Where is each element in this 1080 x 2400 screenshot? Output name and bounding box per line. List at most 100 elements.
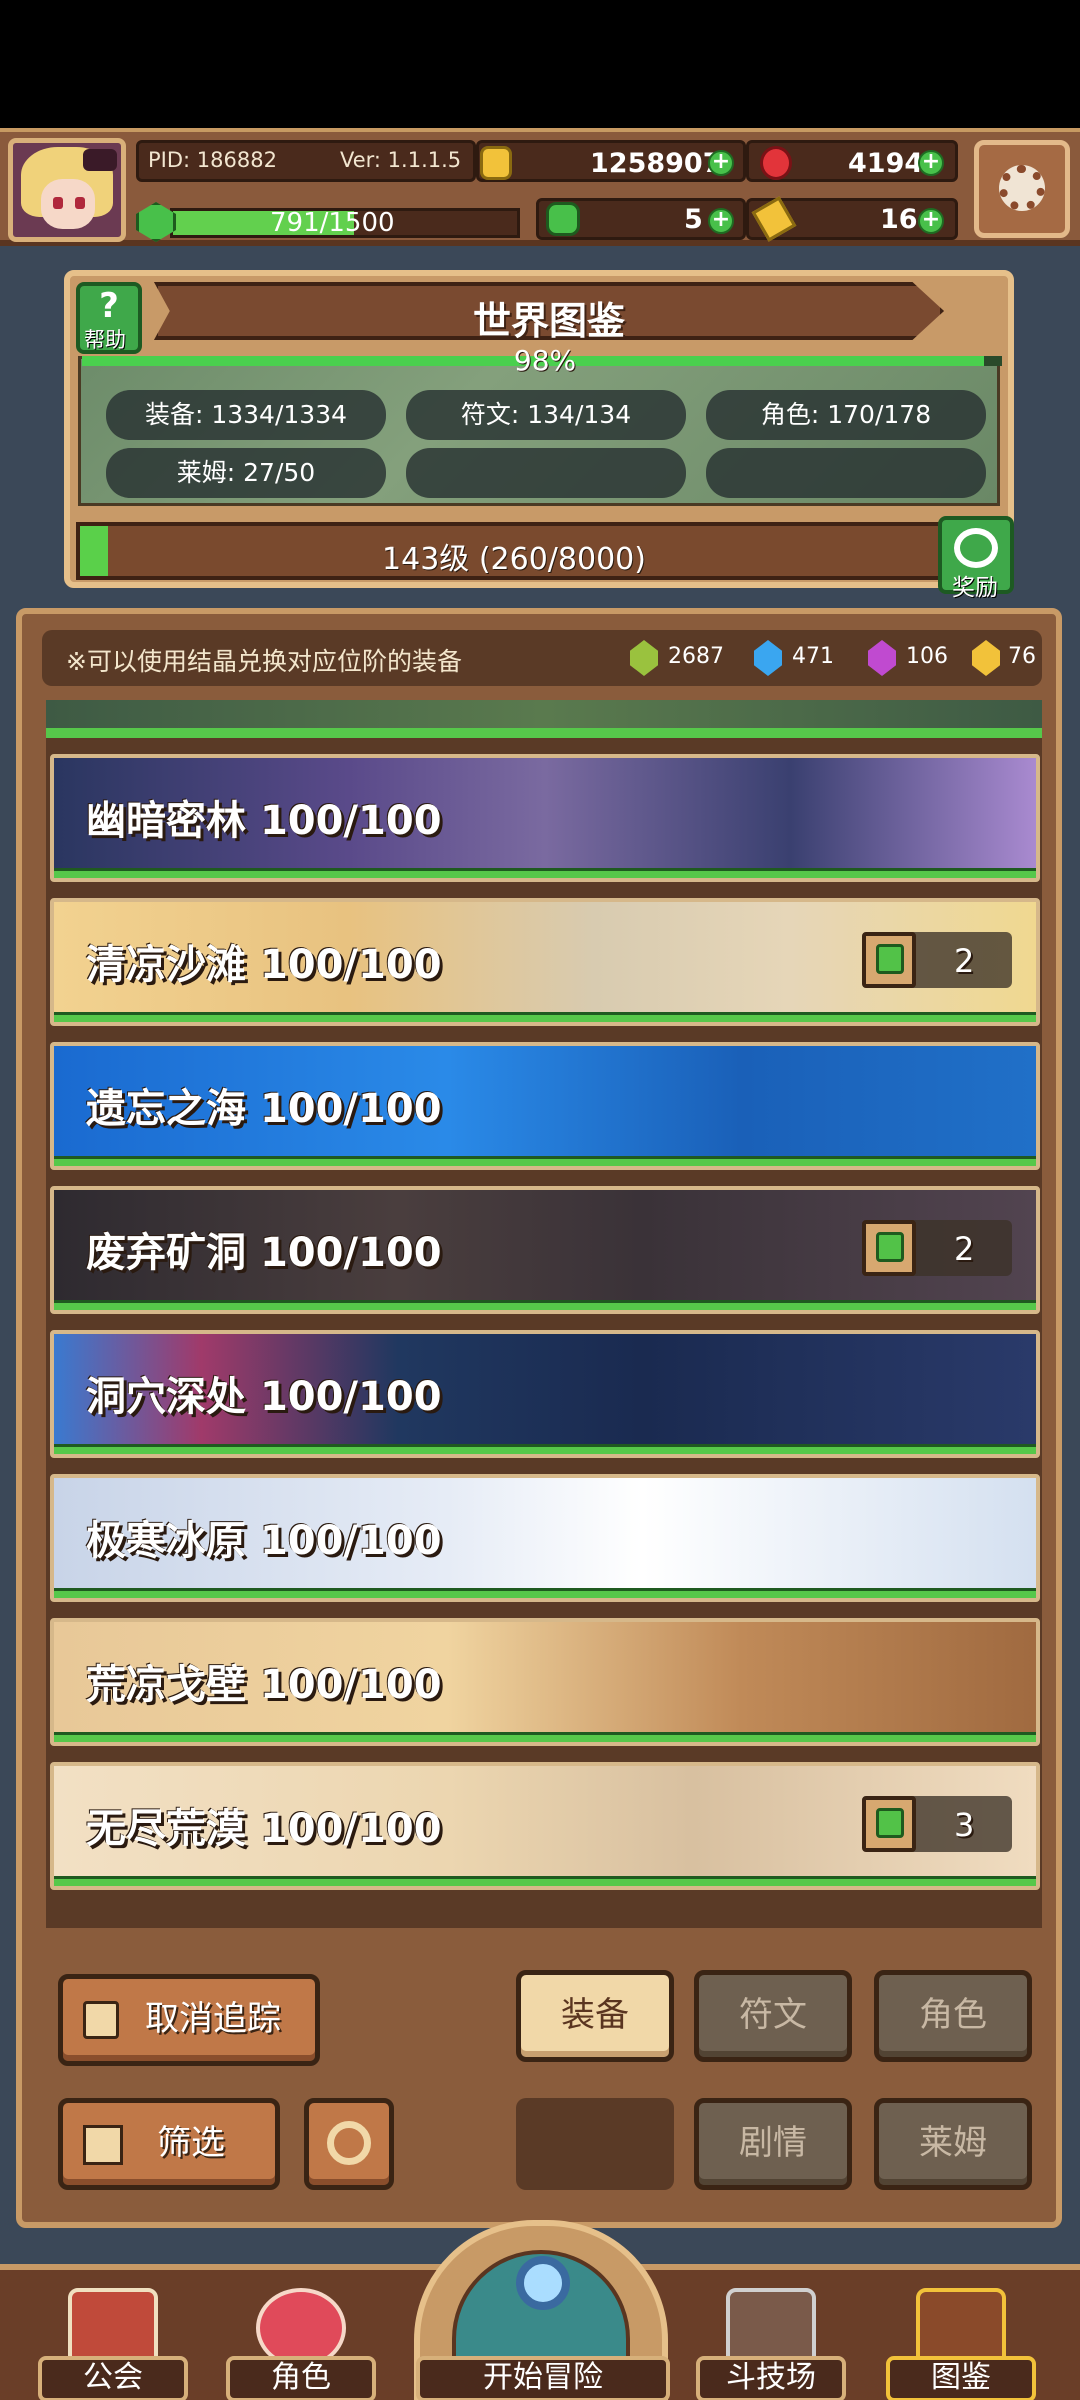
stat-character: 角色: 170/178 bbox=[706, 390, 986, 440]
area-progress: 100/100 bbox=[259, 798, 442, 844]
untrack-button[interactable]: 取消追踪 bbox=[58, 1974, 320, 2066]
reset-icon bbox=[327, 2121, 371, 2165]
area-card[interactable]: 清凉沙滩 100/100 2 bbox=[50, 898, 1040, 1026]
world-title: 世界图鉴 bbox=[472, 299, 625, 343]
area-card[interactable]: 无尽荒漠 100/100 3 bbox=[50, 1762, 1040, 1890]
question-icon: ? bbox=[99, 286, 119, 326]
area-progress-bar bbox=[54, 868, 1036, 878]
untrack-label: 取消追踪 bbox=[145, 1999, 281, 2039]
nav-adventure[interactable]: 开始冒险 bbox=[414, 2220, 670, 2400]
green-crystal-icon bbox=[630, 640, 658, 676]
codex-list-panel: ※可以使用结晶兑换对应位阶的装备 2687 471 106 76 幽暗密林 10… bbox=[16, 608, 1062, 2228]
area-progress: 100/100 bbox=[259, 1086, 442, 1132]
area-title: 洞穴深处 bbox=[86, 1374, 246, 1420]
nav-guild-label: 公会 bbox=[38, 2356, 188, 2400]
tab-slime[interactable]: 莱姆 bbox=[874, 2098, 1032, 2190]
avatar-eye bbox=[75, 197, 85, 209]
thumbs-up-icon bbox=[876, 1808, 904, 1838]
area-card[interactable]: 极寒冰原 100/100 bbox=[50, 1474, 1040, 1602]
like-count: 2 bbox=[954, 942, 975, 980]
blue-crystal-count: 471 bbox=[792, 644, 834, 669]
green-crystal-count: 2687 bbox=[668, 644, 724, 669]
area-progress-bar bbox=[54, 1300, 1036, 1310]
area-name: 清凉沙滩 100/100 bbox=[86, 932, 442, 990]
nav-codex[interactable]: 图鉴 bbox=[886, 2270, 1036, 2400]
area-name: 幽暗密林 100/100 bbox=[86, 788, 442, 846]
area-progress: 100/100 bbox=[259, 1518, 442, 1564]
top-bar: PID: 186882 Ver: 1.1.1.5 1258907 + 4194 … bbox=[0, 128, 1080, 246]
avatar-bow bbox=[83, 149, 117, 171]
like-button[interactable] bbox=[862, 1796, 916, 1852]
area-title: 废弃矿洞 bbox=[86, 1230, 246, 1276]
settings-button[interactable] bbox=[974, 140, 1070, 238]
filter-button[interactable]: 筛选 bbox=[58, 2098, 280, 2190]
add-clover-icon[interactable]: + bbox=[708, 208, 734, 234]
area-card[interactable]: 幽暗密林 100/100 bbox=[50, 754, 1040, 882]
completion-percent: 98% bbox=[513, 344, 577, 377]
area-list[interactable]: 幽暗密林 100/100 清凉沙滩 100/100 2 遗忘之海 100/100… bbox=[46, 700, 1042, 1928]
avatar-face bbox=[41, 179, 95, 229]
add-key-icon[interactable]: + bbox=[918, 208, 944, 234]
area-progress-bar bbox=[54, 1732, 1036, 1742]
clover-icon bbox=[546, 202, 580, 236]
area-progress-bar bbox=[54, 1444, 1036, 1454]
like-badge[interactable]: 2 bbox=[862, 1220, 1012, 1276]
like-button[interactable] bbox=[862, 1220, 916, 1276]
nav-arena-label: 斗技场 bbox=[696, 2356, 846, 2400]
tab-equipment[interactable]: 装备 bbox=[516, 1970, 674, 2062]
area-title: 无尽荒漠 bbox=[86, 1806, 246, 1852]
tab-character[interactable]: 角色 bbox=[874, 1970, 1032, 2062]
app-screen: PID: 186882 Ver: 1.1.1.5 1258907 + 4194 … bbox=[0, 0, 1080, 2400]
tab-rune[interactable]: 符文 bbox=[694, 1970, 852, 2062]
codex-level-bar: 143级 (260/8000) bbox=[76, 522, 952, 580]
area-card[interactable]: 荒凉戈壁 100/100 bbox=[50, 1618, 1040, 1746]
like-badge[interactable]: 2 bbox=[862, 932, 1012, 988]
xp-text: 791/1500 bbox=[270, 208, 395, 238]
area-title: 极寒冰原 bbox=[86, 1518, 246, 1564]
area-progress-bar bbox=[54, 1012, 1036, 1022]
add-gem-icon[interactable]: + bbox=[918, 150, 944, 176]
crystal-notice: ※可以使用结晶兑换对应位阶的装备 bbox=[66, 647, 462, 676]
gold-amount: 1258907 bbox=[590, 148, 722, 179]
tab-story[interactable]: 剧情 bbox=[694, 2098, 852, 2190]
player-avatar[interactable] bbox=[8, 138, 126, 242]
nav-guild[interactable]: 公会 bbox=[38, 2270, 188, 2400]
like-button[interactable] bbox=[862, 932, 916, 988]
thumbs-up-icon bbox=[83, 2001, 119, 2039]
area-card[interactable]: 废弃矿洞 100/100 2 bbox=[50, 1186, 1040, 1314]
gear-icon bbox=[999, 165, 1045, 211]
gem-amount: 4194 bbox=[848, 148, 924, 179]
area-name: 废弃矿洞 100/100 bbox=[86, 1220, 442, 1278]
nav-arena[interactable]: 斗技场 bbox=[696, 2270, 846, 2400]
world-codex-panel: 世界图鉴 ? 帮助 98% 装备: 1334/1334 符文: 134/134 … bbox=[64, 270, 1014, 601]
empty-tab-slot bbox=[516, 2098, 674, 2190]
thumbs-up-icon bbox=[876, 944, 904, 974]
stat-rune: 符文: 134/134 bbox=[406, 390, 686, 440]
purple-crystal-count: 106 bbox=[906, 644, 948, 669]
clover-amount: 5 bbox=[684, 204, 703, 235]
status-bar bbox=[0, 0, 1080, 128]
area-progress-bar bbox=[54, 1156, 1036, 1166]
area-title: 清凉沙滩 bbox=[86, 942, 246, 988]
stat-slime: 莱姆: 27/50 bbox=[106, 448, 386, 498]
nav-character[interactable]: 角色 bbox=[226, 2270, 376, 2400]
nav-adventure-label: 开始冒险 bbox=[416, 2356, 670, 2400]
area-title: 荒凉戈壁 bbox=[86, 1662, 246, 1708]
reward-label: 奖励 bbox=[952, 575, 998, 601]
area-progress-bar bbox=[46, 728, 1042, 738]
reset-filter-button[interactable] bbox=[304, 2098, 394, 2190]
stat-empty bbox=[406, 448, 686, 498]
like-count: 3 bbox=[954, 1806, 975, 1844]
add-gold-icon[interactable]: + bbox=[708, 150, 734, 176]
area-card[interactable]: 洞穴深处 100/100 bbox=[50, 1330, 1040, 1458]
area-card[interactable]: 遗忘之海 100/100 bbox=[50, 1042, 1040, 1170]
area-name: 洞穴深处 100/100 bbox=[86, 1364, 442, 1422]
like-badge[interactable]: 3 bbox=[862, 1796, 1012, 1852]
gold-coin-icon bbox=[480, 146, 512, 180]
like-count: 2 bbox=[954, 1230, 975, 1268]
magnifier-icon bbox=[516, 2256, 570, 2310]
key-amount: 16 bbox=[880, 204, 918, 235]
blue-crystal-icon bbox=[754, 640, 782, 676]
version-text: Ver: 1.1.1.5 bbox=[340, 148, 462, 172]
area-name: 遗忘之海 100/100 bbox=[86, 1076, 442, 1134]
